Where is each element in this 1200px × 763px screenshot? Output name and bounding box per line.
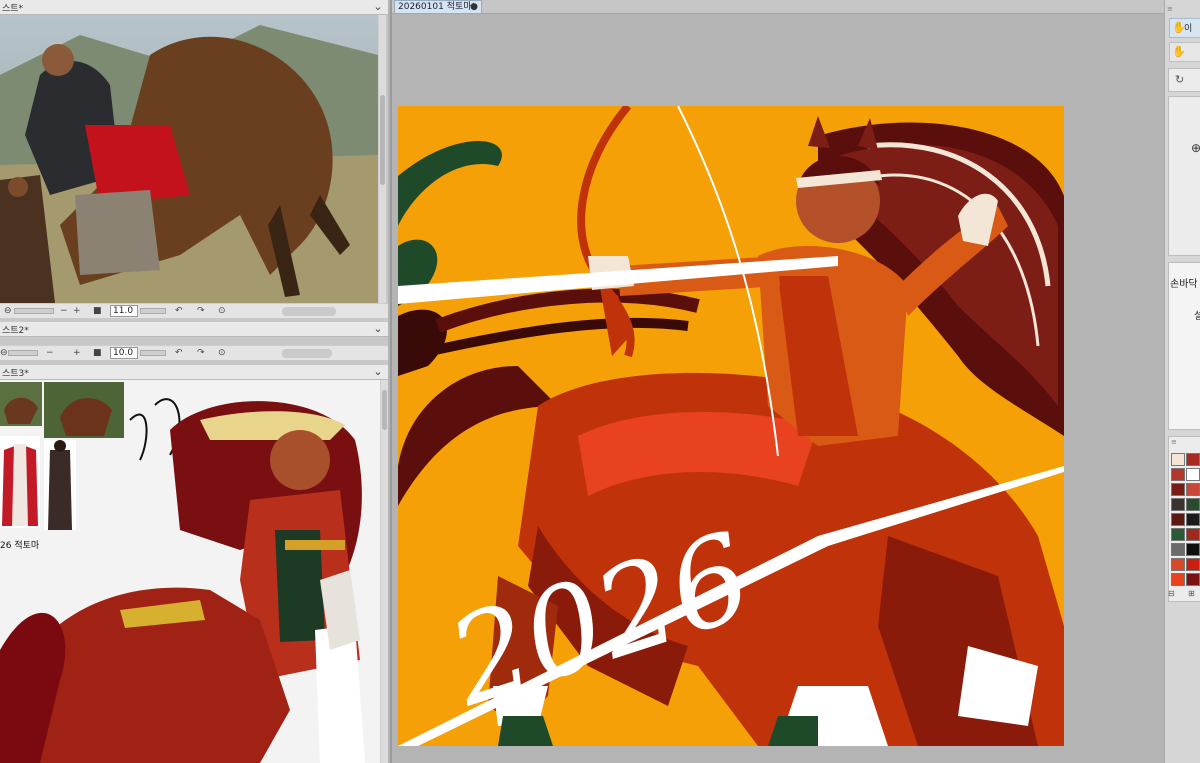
zoom-minus-icon[interactable]: − [46, 348, 54, 358]
zoom-out-slider-icon[interactable]: ⊖ [0, 348, 8, 358]
zoom-slider[interactable] [8, 350, 38, 356]
sub-tool-panel: ⊕ [1168, 96, 1200, 256]
sub-view-1-zoom-bar: ⊖ − + ■ 11.0 ↶ ↷ ⊙ [0, 303, 388, 318]
panel-grip-icon[interactable]: ≡ [1171, 439, 1177, 446]
color-swatch[interactable] [1186, 513, 1200, 526]
chevron-down-icon[interactable]: ⌄ [372, 365, 384, 379]
artwork-canvas[interactable]: 2026 [398, 106, 1064, 746]
sub-view-2-title: 스트2* [2, 326, 29, 336]
sub-view-1-title: 스트* [2, 4, 24, 14]
document-tab[interactable]: 20260101 적토마* ● [394, 0, 482, 14]
tool-label: 이 [1184, 24, 1193, 34]
color-set-footer-icon-2[interactable]: ⊞ [1188, 589, 1195, 598]
horizontal-scrollbar[interactable] [282, 307, 336, 316]
rotate-left-icon[interactable]: ↶ [175, 306, 183, 316]
color-swatch[interactable] [1171, 483, 1185, 496]
color-swatch[interactable] [1171, 453, 1185, 466]
reset-rotation-icon[interactable]: ⊙ [218, 348, 226, 358]
color-swatch[interactable] [1186, 558, 1200, 571]
hand-icon: ✋ [1172, 21, 1186, 34]
sub-view-1-scrollbar[interactable] [378, 15, 386, 303]
sub-tool-name: 손바닥 [1170, 279, 1198, 290]
color-swatch[interactable] [1171, 573, 1185, 586]
zoom-value-field[interactable]: 10.0 [110, 347, 138, 359]
app-window: 스트* ⌄ ⊖ − + ■ 11.0 ↶ ↷ ⊙ 스트2* ⌄ ⊖ − + ■ … [0, 0, 1200, 763]
panel-grip-icon[interactable]: ≡ [1167, 6, 1173, 13]
hand-icon: ✋ [1172, 45, 1186, 58]
sub-view-2-header[interactable]: 스트2* ⌄ [0, 322, 388, 337]
color-swatch[interactable] [1171, 528, 1185, 541]
color-swatch[interactable] [1171, 498, 1185, 511]
color-swatch[interactable] [1171, 543, 1185, 556]
tool-hand-button[interactable]: ✋이 [1169, 18, 1200, 38]
rotate-left-icon[interactable]: ↶ [175, 348, 183, 358]
right-palette-column: ≡ ✋이 ✋ ↻ ⊕ 손바닥 설 ≡ ⊟ ⊞ [1164, 0, 1200, 763]
color-swatch[interactable] [1186, 483, 1200, 496]
sub-view-3-title: 스트3* [2, 369, 29, 379]
zoom-out-slider-icon[interactable]: ⊖ [4, 306, 12, 316]
sub-view-3-scrollbar[interactable] [380, 380, 388, 763]
sub-view-1-header[interactable]: 스트* ⌄ [0, 0, 388, 15]
color-swatch[interactable] [1186, 573, 1200, 586]
color-swatch[interactable] [1186, 498, 1200, 511]
zoom-fit-icon[interactable]: ■ [93, 348, 102, 358]
tool-hand-button-2[interactable]: ✋ [1169, 42, 1200, 62]
color-swatch[interactable] [1186, 543, 1200, 556]
document-tab-title: 20260101 적토마* [398, 2, 477, 12]
modified-indicator: ● [470, 2, 478, 12]
setting-label: 설 [1194, 311, 1200, 322]
color-swatch[interactable] [1171, 468, 1185, 481]
sub-view-3-header[interactable]: 스트3* ⌄ [0, 365, 388, 380]
rotate-tool-panel[interactable]: ↻ [1168, 68, 1200, 92]
chevron-down-icon[interactable]: ⌄ [372, 0, 384, 14]
canvas-area[interactable]: 20260101 적토마* ● 2026 [390, 0, 1166, 763]
color-set-footer-icon[interactable]: ⊟ [1168, 589, 1175, 598]
zoom-fit-icon[interactable]: ■ [93, 306, 102, 316]
color-swatch[interactable] [1186, 528, 1200, 541]
add-icon[interactable]: ⊕ [1191, 141, 1200, 155]
sub-view-2-zoom-bar: ⊖ − + ■ 10.0 ↶ ↷ ⊙ [0, 345, 388, 360]
zoom-minus-icon[interactable]: − [60, 306, 68, 316]
horizontal-scrollbar[interactable] [282, 349, 332, 358]
chevron-down-icon[interactable]: ⌄ [372, 322, 384, 336]
rotate-right-icon[interactable]: ↷ [197, 348, 205, 358]
color-swatch[interactable] [1171, 558, 1185, 571]
rotate-slider[interactable] [140, 350, 166, 356]
rotate-right-icon[interactable]: ↷ [197, 306, 205, 316]
document-tab-strip [392, 0, 1166, 14]
rotate-icon: ↻ [1175, 73, 1185, 86]
color-set-panel: ≡ [1168, 436, 1200, 602]
reference-photo-horse-rider [0, 15, 378, 303]
zoom-plus-icon[interactable]: + [73, 348, 81, 358]
tool-property-panel: 손바닥 설 [1168, 262, 1200, 430]
reset-rotation-icon[interactable]: ⊙ [218, 306, 226, 316]
sketch-caption: 26 적토마 [0, 539, 40, 551]
character-sheet-sketch: 26 적토마 [0, 380, 380, 763]
sub-view-column: 스트* ⌄ ⊖ − + ■ 11.0 ↶ ↷ ⊙ 스트2* ⌄ ⊖ − + ■ … [0, 0, 388, 763]
color-swatch[interactable] [1186, 468, 1200, 481]
zoom-plus-icon[interactable]: + [73, 306, 81, 316]
color-swatch[interactable] [1186, 453, 1200, 466]
zoom-value-field[interactable]: 11.0 [110, 305, 138, 317]
zoom-slider[interactable] [14, 308, 54, 314]
color-swatch[interactable] [1171, 513, 1185, 526]
rotate-slider[interactable] [140, 308, 166, 314]
